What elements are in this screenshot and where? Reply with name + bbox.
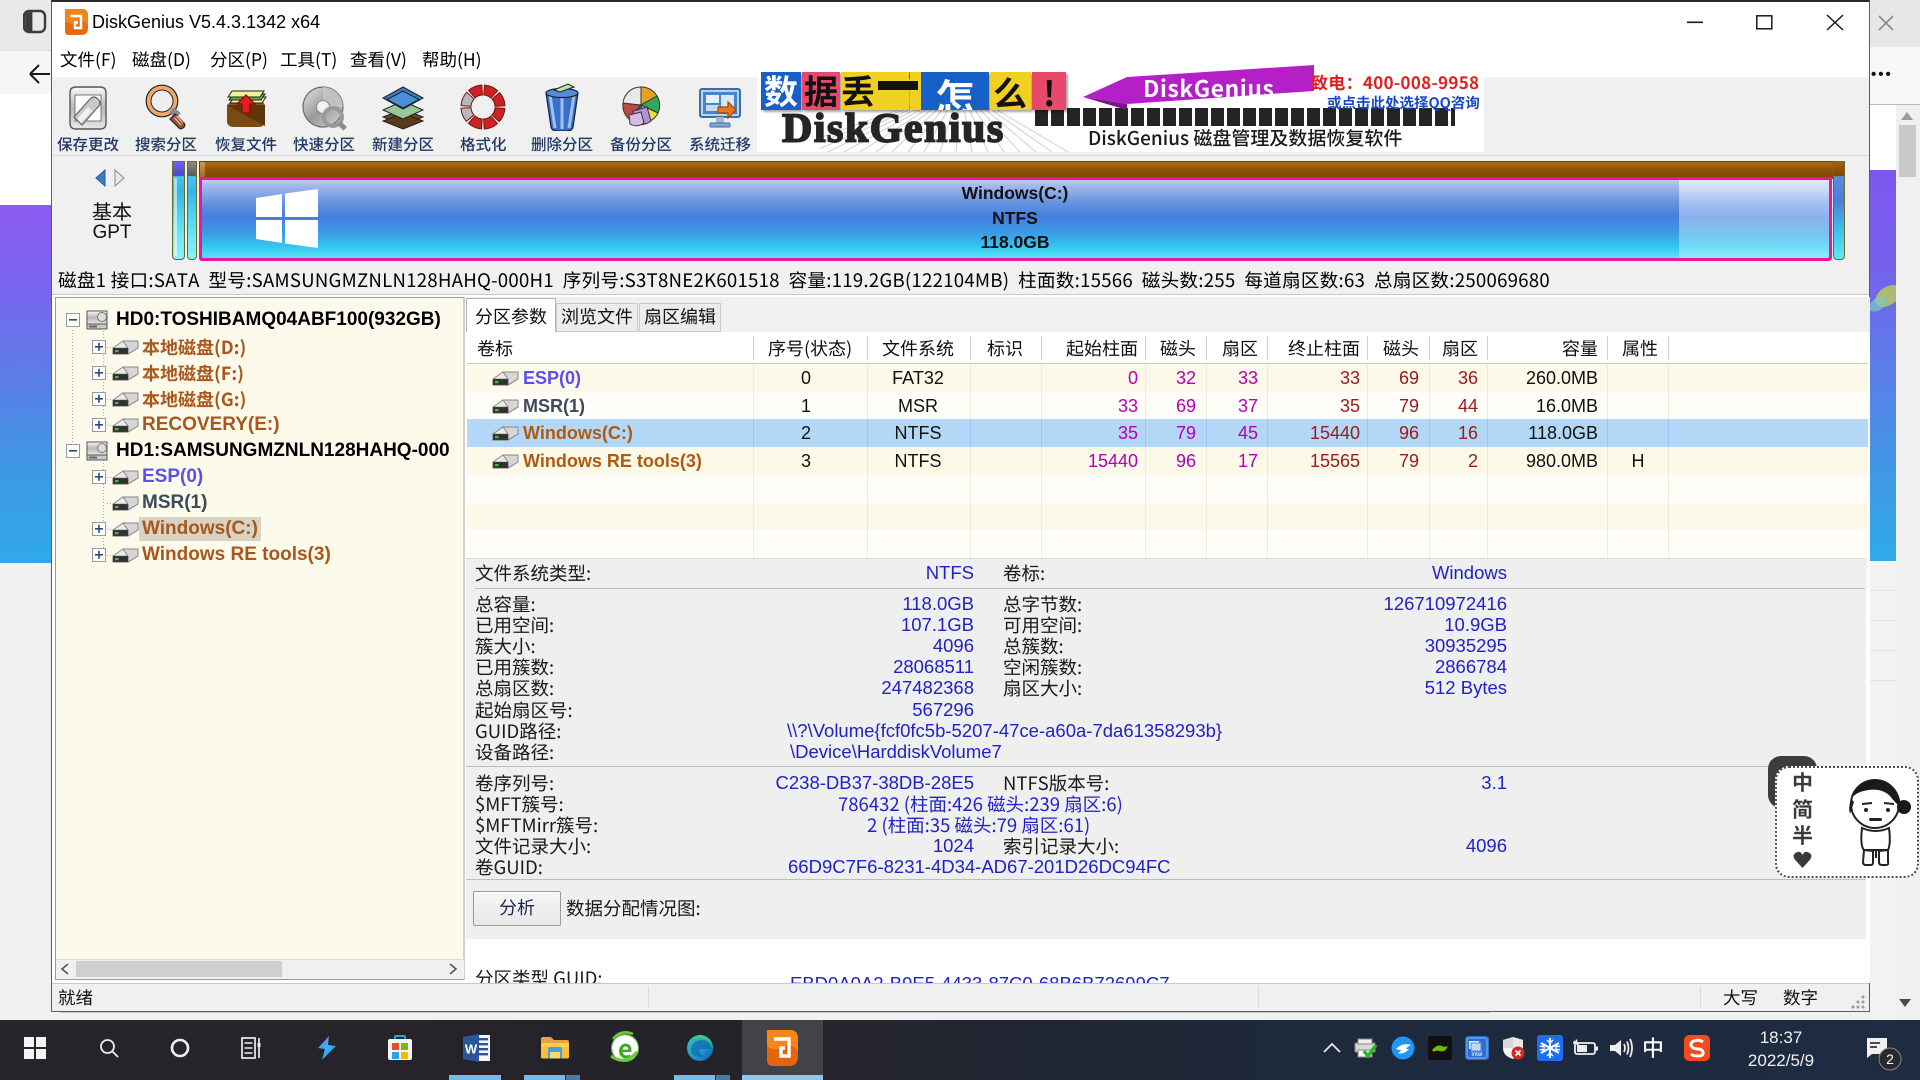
svg-text:intel: intel	[1471, 1052, 1482, 1058]
svg-text:2: 2	[1886, 1051, 1894, 1067]
svg-text:W: W	[465, 1042, 478, 1057]
